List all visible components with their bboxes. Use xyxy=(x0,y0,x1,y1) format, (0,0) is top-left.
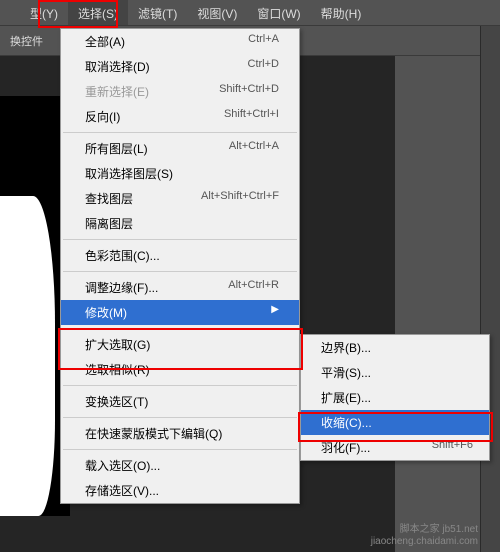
menu-similar[interactable]: 选取相似(R) xyxy=(61,357,299,382)
menu-save-selection[interactable]: 存储选区(V)... xyxy=(61,478,299,503)
select-menu-dropdown: 全部(A)Ctrl+A 取消选择(D)Ctrl+D 重新选择(E)Shift+C… xyxy=(60,28,300,504)
watermark: 脚本之家 jb51.net jiaocheng.chaidami.com xyxy=(371,524,478,548)
submenu-feather[interactable]: 羽化(F)...Shift+F6 xyxy=(301,435,489,460)
menubar: 型(Y) 选择(S) 滤镜(T) 视图(V) 窗口(W) 帮助(H) xyxy=(0,0,500,26)
menubar-item-help[interactable]: 帮助(H) xyxy=(311,0,372,25)
menu-separator xyxy=(63,132,297,133)
toolbar-label: 换控件 xyxy=(10,36,43,48)
menu-modify[interactable]: 修改(M)▶ xyxy=(61,300,299,325)
right-panel-dock xyxy=(480,26,500,552)
menubar-item-window[interactable]: 窗口(W) xyxy=(247,0,310,25)
modify-submenu: 边界(B)... 平滑(S)... 扩展(E)... 收缩(C)... 羽化(F… xyxy=(300,334,490,461)
menu-separator xyxy=(63,271,297,272)
menu-color-range[interactable]: 色彩范围(C)... xyxy=(61,243,299,268)
menubar-item-type[interactable]: 型(Y) xyxy=(20,0,68,25)
menubar-item-select[interactable]: 选择(S) xyxy=(68,0,128,25)
menu-isolate-layers[interactable]: 隔离图层 xyxy=(61,211,299,236)
submenu-expand[interactable]: 扩展(E)... xyxy=(301,385,489,410)
menu-inverse[interactable]: 反向(I)Shift+Ctrl+I xyxy=(61,104,299,129)
menu-refine-edge[interactable]: 调整边缘(F)...Alt+Ctrl+R xyxy=(61,275,299,300)
menu-load-selection[interactable]: 载入选区(O)... xyxy=(61,453,299,478)
canvas-shape xyxy=(0,196,55,516)
menu-separator xyxy=(63,449,297,450)
menubar-item-filter[interactable]: 滤镜(T) xyxy=(128,0,187,25)
submenu-border[interactable]: 边界(B)... xyxy=(301,335,489,360)
menu-select-all[interactable]: 全部(A)Ctrl+A xyxy=(61,29,299,54)
submenu-arrow-icon: ▶ xyxy=(271,304,279,321)
submenu-smooth[interactable]: 平滑(S)... xyxy=(301,360,489,385)
menubar-item-view[interactable]: 视图(V) xyxy=(187,0,247,25)
menu-quick-mask[interactable]: 在快速蒙版模式下编辑(Q) xyxy=(61,421,299,446)
submenu-contract[interactable]: 收缩(C)... xyxy=(301,410,489,435)
menu-separator xyxy=(63,328,297,329)
menu-separator xyxy=(63,239,297,240)
menu-separator xyxy=(63,417,297,418)
menu-find-layers[interactable]: 查找图层Alt+Shift+Ctrl+F xyxy=(61,186,299,211)
menu-separator xyxy=(63,385,297,386)
menu-grow[interactable]: 扩大选取(G) xyxy=(61,332,299,357)
menu-deselect[interactable]: 取消选择(D)Ctrl+D xyxy=(61,54,299,79)
menu-deselect-layers[interactable]: 取消选择图层(S) xyxy=(61,161,299,186)
menu-all-layers[interactable]: 所有图层(L)Alt+Ctrl+A xyxy=(61,136,299,161)
menu-transform-selection[interactable]: 变换选区(T) xyxy=(61,389,299,414)
menu-reselect: 重新选择(E)Shift+Ctrl+D xyxy=(61,79,299,104)
